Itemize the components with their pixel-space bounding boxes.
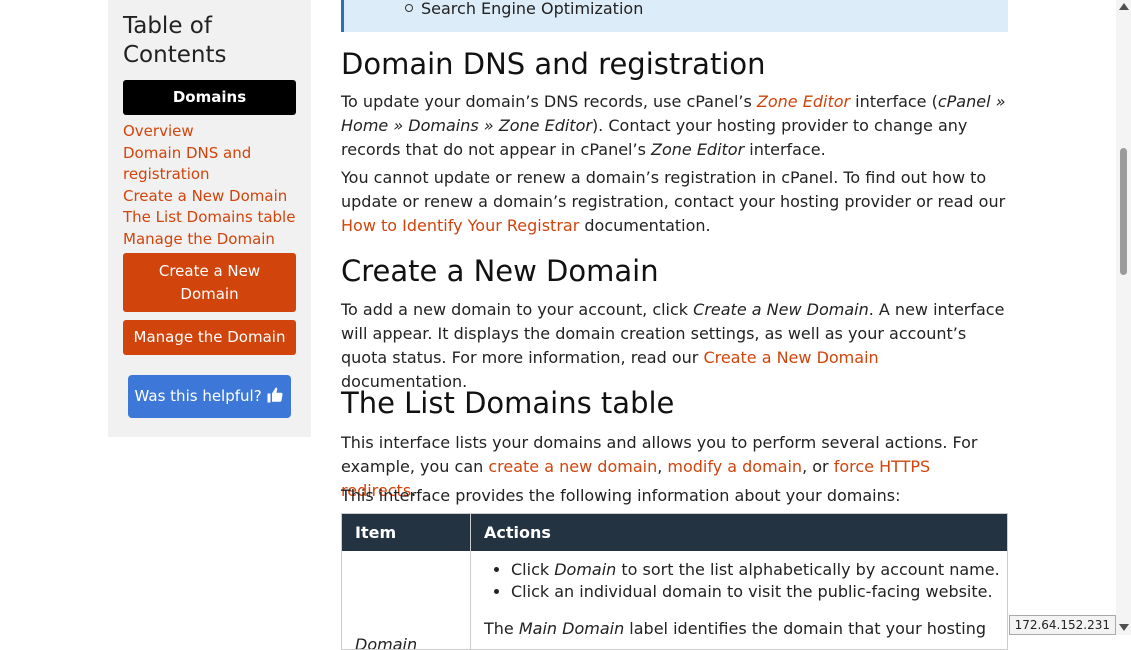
table-note: The Main Domain label identifies the dom… — [484, 619, 987, 638]
vertical-scrollbar[interactable] — [1116, 0, 1131, 635]
modify-domain-link[interactable]: modify a domain — [667, 457, 802, 476]
scrollbar-thumb[interactable] — [1120, 148, 1127, 275]
paragraph-create: To add a new domain to your account, cli… — [341, 300, 1005, 391]
manage-domain-button[interactable]: Manage the Domain — [123, 320, 296, 355]
create-new-domain-link[interactable]: create a new domain — [488, 457, 657, 476]
table-header-item: Item — [341, 513, 471, 551]
thumbs-up-icon — [267, 387, 283, 403]
toc-title: Table of Contents — [123, 13, 227, 68]
ip-address-badge: 172.64.152.231 — [1008, 615, 1116, 635]
heading-list-domains: The List Domains table — [341, 386, 675, 420]
paragraph-table-intro: This interface provides the following in… — [341, 486, 901, 505]
identify-registrar-link[interactable]: How to Identify Your Registrar — [341, 216, 579, 235]
table-header-actions: Actions — [470, 513, 1008, 551]
create-new-domain-button[interactable]: Create a New Domain — [123, 253, 296, 312]
list-item: Click an individual domain to visit the … — [511, 581, 1007, 603]
toc-link-create-domain[interactable]: Create a New Domain — [123, 186, 296, 208]
zone-editor-link[interactable]: Zone Editor — [757, 92, 850, 111]
create-domain-doc-link[interactable]: Create a New Domain — [703, 348, 878, 367]
toc-current-page: Domains — [123, 80, 296, 115]
table-of-contents: Table of Contents Domains Overview Domain… — [108, 0, 311, 437]
info-callout: Search Engine Optimization — [341, 0, 1008, 32]
was-this-helpful-button[interactable]: Was this helpful? — [128, 375, 291, 418]
scroll-down-arrow-icon[interactable] — [1119, 624, 1129, 631]
toc-link-manage-domain[interactable]: Manage the Domain — [123, 229, 296, 251]
paragraph-dns: To update your domain’s DNS records, use… — [341, 92, 1006, 159]
list-item: Click Domain to sort the list alphabetic… — [511, 559, 1007, 581]
toc-link-domain-dns[interactable]: Domain DNS and registration — [123, 143, 296, 186]
heading-create-domain: Create a New Domain — [341, 254, 659, 288]
paragraph-registration: You cannot update or renew a domain’s re… — [341, 168, 1006, 235]
domains-info-table: Item Actions Domain Click Domain to sort… — [341, 513, 1008, 650]
scroll-up-arrow-icon[interactable] — [1119, 3, 1129, 10]
callout-list-item: Search Engine Optimization — [404, 0, 644, 18]
toc-link-overview[interactable]: Overview — [123, 121, 296, 143]
toc-link-list-domains[interactable]: The List Domains table — [123, 207, 296, 229]
heading-domain-dns: Domain DNS and registration — [341, 47, 766, 81]
helpful-label: Was this helpful? — [134, 387, 262, 405]
